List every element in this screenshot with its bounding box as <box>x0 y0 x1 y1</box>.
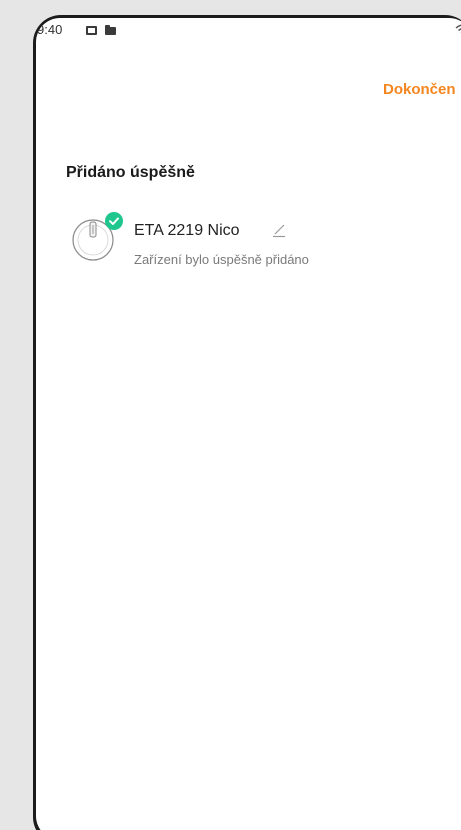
gallery-icon <box>86 26 97 35</box>
page-title: Přidáno úspěšně <box>66 164 195 181</box>
app-screen: 9:40 Dokončen Přidáno úspěšně ETA 2219 N… <box>36 18 461 830</box>
page-background: 9:40 Dokončen Přidáno úspěšně ETA 2219 N… <box>0 0 461 830</box>
device-status-text: Zařízení bylo úspěšně přidáno <box>134 252 309 267</box>
device-name: ETA 2219 Nico <box>134 222 240 239</box>
status-bar: 9:40 <box>36 18 461 44</box>
device-list-item[interactable]: ETA 2219 Nico Zařízení bylo úspěšně přid… <box>36 212 461 282</box>
edit-pencil-icon[interactable] <box>270 221 288 239</box>
folder-icon <box>105 25 116 35</box>
status-time: 9:40 <box>37 22 63 37</box>
wifi-icon <box>455 24 461 33</box>
finish-button[interactable]: Dokončen <box>383 81 456 98</box>
phone-frame: 9:40 Dokončen Přidáno úspěšně ETA 2219 N… <box>33 15 461 830</box>
success-check-icon <box>105 212 123 230</box>
